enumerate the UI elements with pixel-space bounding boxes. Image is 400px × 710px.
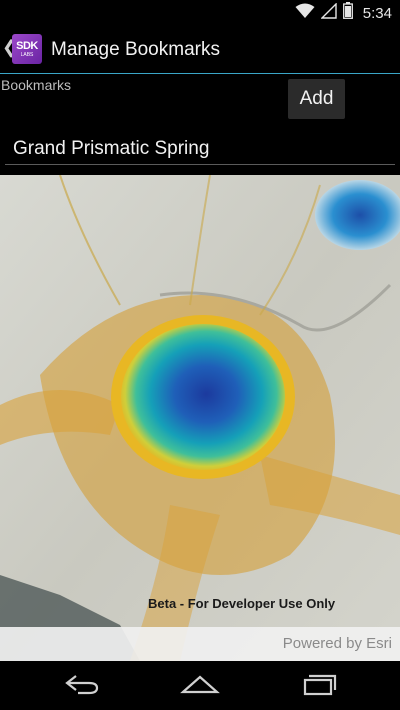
bookmark-spinner-value: Grand Prismatic Spring: [13, 138, 210, 159]
status-icons: 5:34: [295, 1, 392, 24]
back-button[interactable]: [52, 669, 112, 703]
navigation-bar: [0, 661, 400, 710]
home-icon: [180, 673, 220, 700]
action-bar: ❮ SDK LABS Manage Bookmarks: [0, 25, 400, 74]
status-time: 5:34: [362, 4, 392, 22]
recent-apps-icon: [301, 672, 337, 701]
add-button[interactable]: Add: [288, 79, 345, 119]
wifi-icon: [295, 3, 315, 24]
page-title: Manage Bookmarks: [51, 39, 220, 60]
aerial-imagery: [0, 175, 400, 661]
attribution-bar: Powered by Esri: [0, 627, 400, 661]
attribution-text: Powered by Esri: [282, 635, 392, 652]
signal-icon: [320, 1, 337, 24]
bookmark-spinner[interactable]: Grand Prismatic Spring: [5, 136, 395, 165]
back-icon: [64, 673, 100, 700]
map-view[interactable]: Beta - For Developer Use Only Powered by…: [0, 175, 400, 661]
recent-apps-button[interactable]: [289, 669, 349, 703]
battery-icon: [342, 2, 353, 24]
map-watermark: Beta - For Developer Use Only: [148, 596, 336, 611]
bookmarks-label: Bookmarks: [1, 77, 72, 93]
app-icon[interactable]: SDK LABS: [12, 34, 42, 64]
app-icon-text: SDK: [16, 39, 38, 52]
home-button[interactable]: [170, 669, 230, 703]
status-bar: 5:34: [0, 0, 400, 25]
app-icon-subtext: LABS: [20, 51, 34, 58]
